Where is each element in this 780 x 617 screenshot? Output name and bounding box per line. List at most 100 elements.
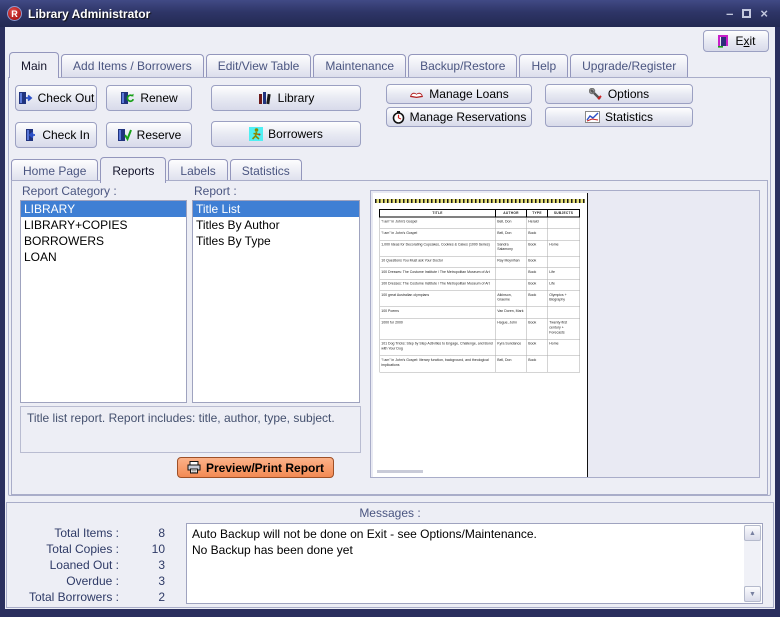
window-content: Exit Main Add Items / Borrowers Edit/Vie… — [5, 27, 775, 609]
category-item-loan[interactable]: LOAN — [21, 249, 186, 265]
report-label: Report : — [194, 184, 237, 198]
books-icon — [258, 91, 273, 105]
manage-loans-label: Manage Loans — [429, 87, 508, 101]
close-icon[interactable]: × — [760, 9, 768, 19]
main-tab-bar: Main Add Items / Borrowers Edit/View Tab… — [9, 52, 690, 77]
preview-cell-author: Atkinson, Graeme — [496, 291, 527, 307]
check-out-label: Check Out — [38, 91, 95, 105]
tab-statistics[interactable]: Statistics — [230, 159, 302, 182]
tab-maintenance[interactable]: Maintenance — [313, 54, 406, 77]
report-listbox[interactable]: Title List Titles By Author Titles By Ty… — [192, 200, 360, 403]
stat-loaned-out-value: 3 — [119, 557, 165, 573]
statistics-button[interactable]: Statistics — [545, 107, 693, 127]
minimize-icon[interactable]: – — [726, 9, 733, 19]
messages-scrollbar[interactable]: ▲ ▼ — [744, 525, 761, 602]
tab-edit-view-table[interactable]: Edit/View Table — [206, 54, 312, 77]
preview-cell-type: Book — [527, 256, 548, 267]
manage-loans-button[interactable]: Manage Loans — [386, 84, 532, 104]
preview-cell-subjects: Life — [548, 268, 580, 279]
preview-cell-type: Book — [527, 339, 548, 355]
reserve-button[interactable]: Reserve — [106, 122, 192, 148]
preview-table-row: 100 Poems Van Doren, Mark — [380, 307, 580, 318]
preview-table-row: "I am" in John's Gospel: literary functi… — [380, 356, 580, 372]
preview-cell-subjects: Twenty-first century + Forecasts — [548, 318, 580, 339]
category-item-library[interactable]: LIBRARY — [21, 201, 186, 217]
app-icon: R — [7, 6, 22, 21]
book-check-icon — [117, 128, 132, 142]
check-in-button[interactable]: Check In — [15, 122, 97, 148]
tab-upgrade-register[interactable]: Upgrade/Register — [570, 54, 688, 77]
report-item-titles-by-type[interactable]: Titles By Type — [193, 233, 359, 249]
preview-cell-subjects — [548, 256, 580, 267]
preview-scrollbar[interactable] — [377, 470, 423, 473]
preview-cell-title: "I am" in John's Gospel — [380, 229, 496, 240]
category-item-library-copies[interactable]: LIBRARY+COPIES — [21, 217, 186, 233]
report-preview-content: TITLE AUTHOR TYPE SUBJECTS " — [373, 199, 588, 477]
preview-cell-type: Book — [527, 240, 548, 256]
report-item-titles-by-author[interactable]: Titles By Author — [193, 217, 359, 233]
preview-cell-title: 100 Dresses: The Costume Institute / The… — [380, 268, 496, 279]
reserve-label: Reserve — [137, 128, 182, 142]
preview-table-row: 10 Questions You Must ask Your Doctor Ra… — [380, 256, 580, 267]
preview-cell-title: 10 Questions You Must ask Your Doctor — [380, 256, 496, 267]
preview-table: TITLE AUTHOR TYPE SUBJECTS " — [379, 209, 580, 372]
preview-table-body: "I am" in John's Gospel Bell, Don Herald… — [380, 217, 580, 372]
sub-tab-bar: Home Page Reports Labels Statistics — [11, 157, 304, 182]
tab-add-items-borrowers[interactable]: Add Items / Borrowers — [61, 54, 204, 77]
messages-box[interactable]: Auto Backup will not be done on Exit - s… — [186, 523, 763, 604]
preview-cell-title: 1,000 Ideas for Decorating Cupcakes, Coo… — [380, 240, 496, 256]
preview-cell-author: Sandra Salamony — [496, 240, 527, 256]
scroll-down-icon[interactable]: ▼ — [744, 586, 761, 602]
stat-overdue-value: 3 — [119, 573, 165, 589]
preview-cell-author: Bell, Don — [496, 356, 527, 372]
messages-label: Messages : — [7, 506, 773, 520]
borrowers-button[interactable]: Borrowers — [211, 121, 361, 147]
report-item-title-list[interactable]: Title List — [193, 201, 359, 217]
report-preview-frame: TITLE AUTHOR TYPE SUBJECTS " — [370, 190, 760, 478]
manage-reservations-button[interactable]: Manage Reservations — [386, 107, 532, 127]
preview-cell-title: "I am" in John's Gospel: literary functi… — [380, 356, 496, 372]
printer-icon — [187, 461, 201, 474]
preview-table-row: "I am" in John's Gospel Bell, Don Book — [380, 229, 580, 240]
stat-total-items-value: 8 — [119, 525, 165, 541]
reports-tab-panel: Report Category : LIBRARY LIBRARY+COPIES… — [11, 180, 768, 495]
preview-cell-subjects: Life — [548, 279, 580, 290]
exit-button-label: Exit — [735, 34, 755, 48]
check-out-button[interactable]: Check Out — [15, 85, 97, 111]
preview-cell-subjects: Home — [548, 240, 580, 256]
stat-total-copies: Total Copies : 10 — [13, 541, 165, 557]
renew-label: Renew — [140, 91, 177, 105]
library-button[interactable]: Library — [211, 85, 361, 111]
maximize-icon[interactable] — [742, 9, 751, 18]
preview-cell-title: 100 Dresses: The Costume Institute / The… — [380, 279, 496, 290]
tab-home-page[interactable]: Home Page — [11, 159, 98, 182]
preview-print-report-button[interactable]: Preview/Print Report — [177, 457, 334, 478]
renew-button[interactable]: Renew — [106, 85, 192, 111]
preview-table-row: 101 Dog Tricks: Step by Step Activities … — [380, 339, 580, 355]
stopwatch-icon — [392, 111, 405, 124]
tab-backup-restore[interactable]: Backup/Restore — [408, 54, 517, 77]
preview-col-title: TITLE — [380, 210, 496, 218]
preview-cell-type: Book — [527, 229, 548, 240]
tab-reports[interactable]: Reports — [100, 157, 166, 183]
report-category-listbox[interactable]: LIBRARY LIBRARY+COPIES BORROWERS LOAN — [20, 200, 187, 403]
preview-cell-title: 101 Dog Tricks: Step by Step Activities … — [380, 339, 496, 355]
report-description: Title list report. Report includes: titl… — [20, 406, 361, 453]
scroll-up-icon[interactable]: ▲ — [744, 525, 761, 541]
category-item-borrowers[interactable]: BORROWERS — [21, 233, 186, 249]
tab-labels[interactable]: Labels — [168, 159, 227, 182]
tab-help[interactable]: Help — [519, 54, 568, 77]
library-label: Library — [278, 91, 315, 105]
exit-button[interactable]: Exit — [703, 30, 769, 52]
preview-cell-author: Van Doren, Mark — [496, 307, 527, 318]
tab-main[interactable]: Main — [9, 52, 59, 78]
messages-text: Auto Backup will not be done on Exit - s… — [187, 524, 762, 560]
preview-cell-type: Book — [527, 268, 548, 279]
options-button[interactable]: Options — [545, 84, 693, 104]
stat-total-items: Total Items : 8 — [13, 525, 165, 541]
preview-table-row: 100 great Australian olympians Atkinson,… — [380, 291, 580, 307]
preview-cell-author — [496, 279, 527, 290]
preview-print-report-label: Preview/Print Report — [206, 461, 324, 475]
preview-cell-type: Book — [527, 291, 548, 307]
manage-reservations-label: Manage Reservations — [410, 110, 527, 124]
